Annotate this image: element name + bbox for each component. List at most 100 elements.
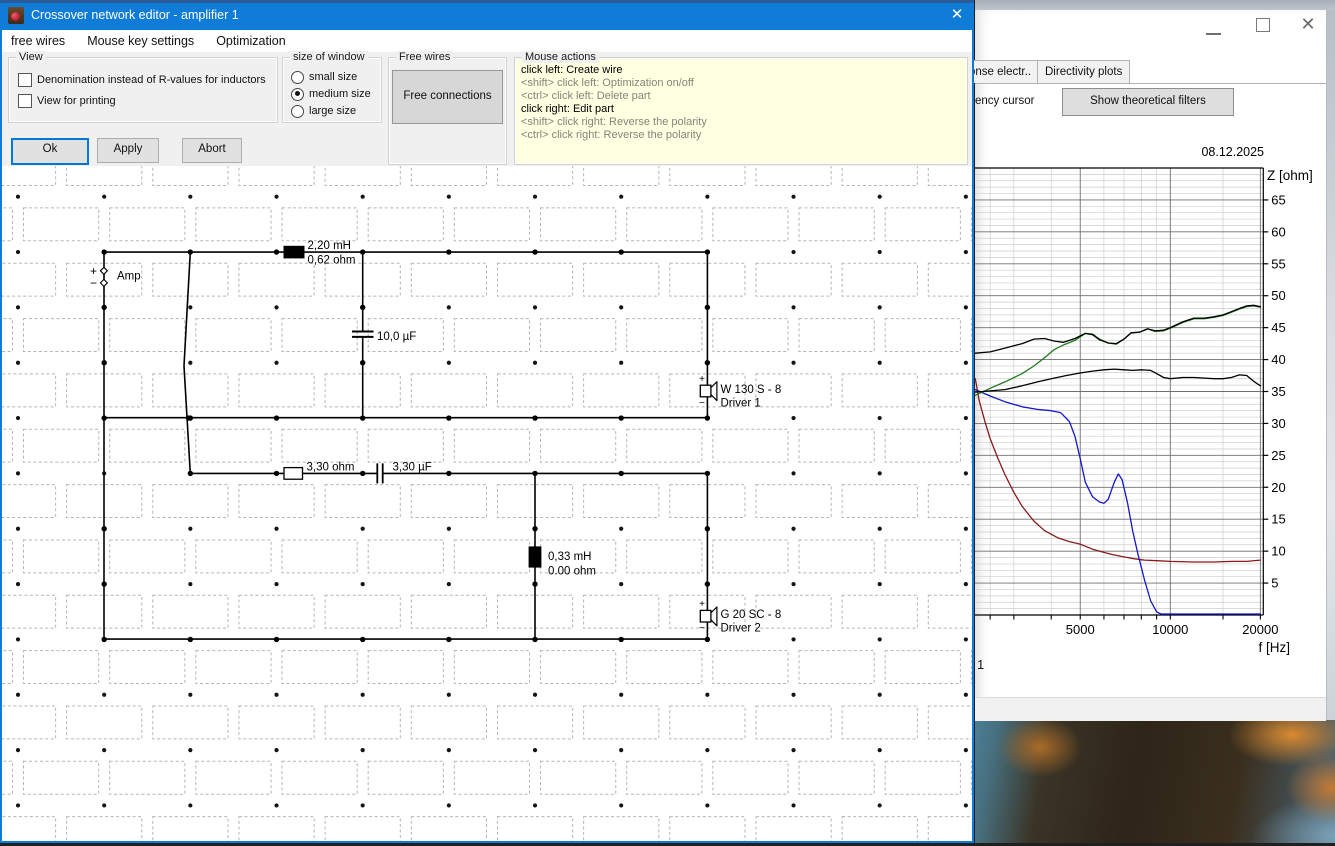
tab-response-electrical[interactable]: onse electr..: [961, 60, 1049, 83]
radio-small-size[interactable]: small size: [291, 70, 357, 84]
driver2-label: Driver 2: [721, 623, 761, 635]
checkbox-icon[interactable]: [18, 94, 32, 108]
amp-terminal-minus[interactable]: [99, 278, 109, 288]
svg-text:60: 60: [1271, 224, 1285, 239]
svg-text:55: 55: [1271, 256, 1285, 271]
checkbox-denomination[interactable]: Denomination instead of R-values for ind…: [18, 73, 266, 87]
show-theoretical-filters-button[interactable]: Show theoretical filters: [1062, 88, 1234, 116]
driver2-symbol[interactable]: [699, 609, 712, 623]
minimize-icon[interactable]: [1206, 33, 1221, 35]
radio-medium-size[interactable]: medium size: [291, 87, 371, 101]
amp-minus-label: −: [90, 276, 97, 290]
mouse-actions-group: Mouse actions click left: Create wire <s…: [514, 51, 968, 165]
svg-text:25: 25: [1271, 448, 1285, 463]
checkbox-view-for-printing[interactable]: View for printing: [18, 94, 116, 108]
wires[interactable]: [103, 251, 709, 640]
apply-button[interactable]: Apply: [97, 138, 159, 163]
y-axis-label: Z [ohm]: [1267, 168, 1313, 183]
svg-text:40: 40: [1271, 352, 1285, 367]
mouse-action-line: <shift> click right: Reverse the polarit…: [521, 116, 707, 128]
capacitor1-symbol[interactable]: [352, 330, 374, 338]
svg-text:10000: 10000: [1152, 622, 1188, 637]
frequency-cursor-label: ency cursor: [975, 95, 1035, 107]
svg-text:20000: 20000: [1242, 622, 1278, 637]
tab-directivity-plots[interactable]: Directivity plots: [1037, 60, 1131, 83]
desktop-edge: [1326, 10, 1335, 720]
driver1-symbol[interactable]: [699, 384, 712, 398]
capacitor2-symbol[interactable]: [376, 463, 384, 484]
amp-label: Amp: [117, 271, 141, 283]
window-title: Crossover network editor - amplifier 1: [31, 8, 239, 22]
mouse-action-line: click left: Create wire: [521, 64, 623, 76]
mouse-action-line: <shift> click left: Optimization on/off: [521, 77, 694, 89]
radio-icon-selected[interactable]: [291, 87, 304, 101]
curve-filtered-green: [975, 305, 1262, 396]
close-icon[interactable]: ✕: [940, 0, 974, 30]
components[interactable]: [99, 245, 718, 627]
amp-terminal-plus[interactable]: [99, 266, 109, 276]
inductor1-symbol[interactable]: [283, 245, 305, 259]
svg-text:30: 30: [1271, 416, 1285, 431]
radio-medium-label: medium size: [309, 88, 371, 100]
impedance-chart: 5 10 15 20 25 30 35 40 45 50 55 60 65 5000 10000 20000 f…: [975, 140, 1326, 700]
schematic-svg: 2,20 mH 0,62 ohm + − Amp 10,0 µF 3,30 oh…: [0, 152, 1091, 846]
ok-button[interactable]: Ok: [11, 138, 89, 165]
desktop-wallpaper: [975, 720, 1335, 843]
radio-icon[interactable]: [291, 104, 304, 118]
curve-total-impedance-upper: [975, 304, 1262, 354]
impedance-chart-svg: 5 10 15 20 25 30 35 40 45 50 55 60 65 5000 10000 20000 f…: [975, 167, 1313, 655]
schematic-canvas[interactable]: 2,20 mH 0,62 ohm + − Amp 10,0 µF 3,30 oh…: [0, 152, 1091, 846]
inductor2-symbol[interactable]: [528, 546, 542, 568]
checkbox-icon[interactable]: [18, 73, 32, 87]
resistor1-symbol[interactable]: [283, 466, 304, 480]
free-wires-group: Free wires Free connections: [388, 51, 507, 165]
free-connections-button[interactable]: Free connections: [392, 70, 503, 124]
window-border: [0, 30, 2, 843]
radio-icon[interactable]: [291, 70, 304, 84]
plot-tabstrip: onse electr.. Directivity plots: [961, 60, 1326, 84]
resistor1-value: 3,30 ohm: [307, 462, 355, 474]
capacitor2-value: 3,30 µF: [393, 462, 432, 474]
checkbox-printing-label: View for printing: [37, 95, 116, 107]
menu-optimization[interactable]: Optimization: [205, 30, 296, 52]
driver1-plus: +: [699, 374, 705, 385]
driver1-minus: −: [699, 398, 705, 409]
svg-text:20: 20: [1271, 480, 1285, 495]
menu-mouse-key-settings[interactable]: Mouse key settings: [76, 30, 205, 52]
menu-free-wires[interactable]: free wires: [0, 30, 76, 52]
grid-layer: [0, 152, 1091, 846]
mouse-action-line: click right: Edit part: [521, 103, 614, 115]
size-of-window-group: size of window small size medium size la…: [282, 51, 382, 123]
driver1-name: W 130 S - 8: [721, 384, 782, 396]
view-group-label: View: [16, 51, 46, 63]
svg-text:50: 50: [1271, 288, 1285, 303]
driver2-cone: [710, 606, 718, 627]
maximize-icon[interactable]: [1256, 18, 1270, 32]
svg-text:45: 45: [1271, 320, 1285, 335]
checkbox-denomination-label: Denomination instead of R-values for ind…: [37, 74, 266, 86]
settings-panel: View Denomination instead of R-values fo…: [0, 51, 974, 166]
driver2-plus: +: [699, 599, 705, 610]
driver1-cone: [710, 381, 718, 402]
capacitor1-value: 10,0 µF: [377, 331, 416, 343]
close-icon[interactable]: ✕: [1296, 11, 1320, 37]
svg-text:35: 35: [1271, 384, 1285, 399]
inductor1-resistance: 0,62 ohm: [308, 255, 356, 267]
mouse-action-line: <ctrl> click left: Delete part: [521, 90, 651, 102]
svg-text:15: 15: [1271, 512, 1285, 527]
radio-small-label: small size: [309, 71, 358, 83]
svg-text:5000: 5000: [1066, 622, 1095, 637]
junction-dots: [101, 249, 711, 643]
view-group: View Denomination instead of R-values fo…: [8, 51, 278, 123]
radio-large-size[interactable]: large size: [291, 104, 356, 118]
x-axis-label: f [Hz]: [1258, 640, 1290, 655]
crossover-editor-window: Crossover network editor - amplifier 1 ✕…: [0, 0, 1091, 846]
titlebar[interactable]: Crossover network editor - amplifier 1 ✕: [0, 0, 974, 30]
driver2-minus: −: [699, 623, 705, 634]
size-group-label: size of window: [290, 51, 368, 63]
plot-window-statusbar: [975, 697, 1326, 721]
mouse-action-line: <ctrl> click right: Reverse the polarity: [521, 129, 702, 141]
inductor2-resistance: 0.00 ohm: [548, 566, 596, 578]
abort-button[interactable]: Abort: [182, 138, 242, 163]
driver2-name: G 20 SC - 8: [721, 609, 782, 621]
